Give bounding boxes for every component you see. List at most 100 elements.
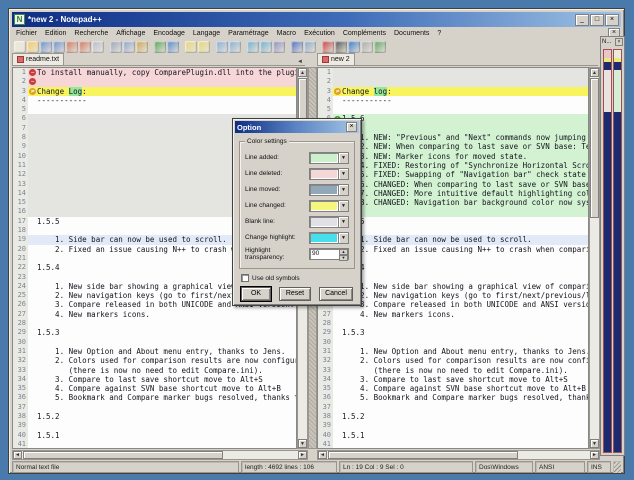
dropdown-arrow-icon[interactable]: ▼ [338,168,348,179]
line-changed-dropdown[interactable]: ▼ [309,199,349,212]
dropdown-arrow-icon[interactable]: ▼ [338,216,348,227]
left-horizontal-scrollbar[interactable]: ◄ ► [12,450,308,460]
editor-line[interactable]: 32 2. Colors used for comparison results… [318,356,588,366]
menu-item-macro[interactable]: Macro [273,29,300,38]
close-icon[interactable] [66,41,78,53]
scroll-up-icon[interactable]: ▲ [298,68,307,77]
dialog-close-icon[interactable]: × [346,122,357,132]
editor-line[interactable]: 3 ≠ Change log: [318,86,588,96]
copy-icon[interactable] [123,41,135,53]
scroll-down-icon[interactable]: ▼ [590,439,599,448]
compare-icon[interactable] [374,41,386,53]
use-old-symbols-checkbox[interactable] [241,274,249,282]
menu-item-?[interactable]: ? [433,29,445,38]
editor-line[interactable]: 37 [318,402,588,412]
editor-line[interactable]: 29 1.5.3 [13,328,296,338]
scroll-thumb[interactable] [328,451,518,459]
editor-line[interactable]: 36 5. Bookmark and Compare marker bugs r… [318,393,588,403]
redo-icon[interactable] [167,41,179,53]
editor-line[interactable]: 33 (there is now no need to edit Compare… [13,365,296,375]
editor-line[interactable]: 5 [13,105,296,115]
menu-item-langage[interactable]: Langage [189,29,224,38]
editor-line[interactable]: 37 [13,402,296,412]
menu-item-edition[interactable]: Edition [41,29,70,38]
tab-new-2[interactable]: new 2 [317,53,355,65]
sync-vertical-icon[interactable] [247,41,259,53]
replace-icon[interactable] [198,41,210,53]
word-wrap-icon[interactable] [273,41,285,53]
record-macro-icon[interactable] [322,41,334,53]
maximize-button[interactable]: □ [590,13,604,26]
scroll-right-icon[interactable]: ► [298,451,307,459]
editor-line[interactable]: 4 ----------- [318,95,588,106]
editor-line[interactable]: 28 [318,319,588,329]
line-moved-dropdown[interactable]: ▼ [309,183,349,196]
line-deleted-dropdown[interactable]: ▼ [309,167,349,180]
editor-line[interactable]: 2 [318,77,588,87]
editor-line[interactable]: 41 [318,439,588,448]
cut-icon[interactable] [110,41,122,53]
save-icon[interactable] [40,41,52,53]
editor-line[interactable]: 40 1.5.1 [13,430,296,440]
indent-guide-icon[interactable] [304,41,316,53]
tab-scroll-left-icon[interactable]: ◄ [297,59,305,65]
print-icon[interactable] [92,41,104,53]
line-added-dropdown[interactable]: ▼ [309,151,349,164]
find-icon[interactable] [185,41,197,53]
editor-line[interactable]: 28 [13,319,296,329]
menu-item-encodage[interactable]: Encodage [149,29,189,38]
editor-line[interactable]: 33 (there is now no need to edit Compare… [318,365,588,375]
close-button[interactable]: × [605,13,619,26]
editor-line[interactable]: 1− To install manually, copy ComparePlugi… [13,68,296,78]
transparency-spinner[interactable]: 90 ▲ ▼ [309,247,349,261]
editor-line[interactable]: 39 [318,421,588,431]
scroll-up-icon[interactable]: ▲ [590,68,599,77]
scroll-down-icon[interactable]: ▼ [298,439,307,448]
editor-line[interactable]: 41 [13,439,296,448]
editor-line[interactable]: 1 [318,68,588,78]
menu-item-documents[interactable]: Documents [390,29,433,38]
spin-down-icon[interactable]: ▼ [339,254,348,261]
editor-line[interactable]: 27 4. New markers icons. [318,309,588,320]
menu-item-complments[interactable]: Compléments [339,29,390,38]
ok-button[interactable]: OK [240,286,272,302]
new-file-icon[interactable] [14,41,26,53]
editor-line[interactable]: 34 3. Compare to last save shortcut move… [318,374,588,385]
scroll-thumb[interactable] [23,451,223,459]
blank-line-dropdown[interactable]: ▼ [309,215,349,228]
editor-line[interactable]: 31 1. New Option and About menu entry, t… [13,346,296,357]
scroll-right-icon[interactable]: ► [590,451,599,459]
cancel-button[interactable]: Cancel [319,287,353,301]
editor-line[interactable]: 35 4. Compare against SVN base shortcut … [13,384,296,394]
editor-line[interactable]: 4 ----------- [13,95,296,106]
nav-strip-left[interactable] [603,49,612,453]
right-vertical-scrollbar[interactable]: ▲ ▼ [589,67,600,449]
editor-line[interactable]: 34 3. Compare to last save shortcut move… [13,374,296,385]
change-highlight-dropdown[interactable]: ▼ [309,231,349,244]
editor-line[interactable]: 30 [318,337,588,347]
editor-line[interactable]: 2− [13,77,296,87]
editor-line[interactable]: 35 4. Compare against SVN base shortcut … [318,384,588,394]
menu-item-fichier[interactable]: Fichier [12,29,41,38]
menu-item-affichage[interactable]: Affichage [112,29,149,38]
tab-readme-txt[interactable]: readme.txt [12,53,65,65]
editor-line[interactable]: 29 1.5.3 [318,328,588,338]
scroll-thumb[interactable] [590,78,599,218]
editor-line[interactable]: 39 [13,421,296,431]
zoom-in-icon[interactable] [216,41,228,53]
undo-icon[interactable] [154,41,166,53]
editor-line[interactable]: 40 1.5.1 [318,430,588,440]
nav-strip-right[interactable] [613,49,622,453]
editor-line[interactable]: 3 ≠ Change Log: [13,86,296,96]
paste-icon[interactable] [136,41,148,53]
editor-line[interactable]: 27 4. New markers icons. [13,309,296,320]
editor-line[interactable]: 38 1.5.2 [318,411,588,422]
save-macro-icon[interactable] [361,41,373,53]
play-macro-icon[interactable] [348,41,360,53]
minimize-button[interactable]: _ [575,13,589,26]
sync-horizontal-icon[interactable] [260,41,272,53]
reset-button[interactable]: Reset [279,287,311,301]
editor-line[interactable]: 36 5. Bookmark and Compare marker bugs r… [13,393,296,403]
editor-line[interactable]: 32 2. Colors used for comparison results… [13,356,296,366]
stop-macro-icon[interactable] [335,41,347,53]
